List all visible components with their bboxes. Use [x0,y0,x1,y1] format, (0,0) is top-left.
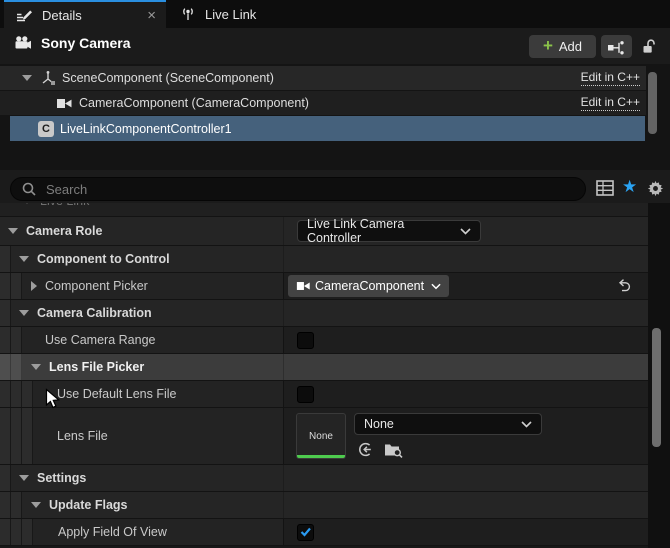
row-camera-calibration[interactable]: Camera Calibration [0,300,648,327]
apply-field-of-view-checkbox[interactable] [297,524,314,541]
lens-file-dropdown[interactable]: None [354,413,542,435]
property-label: Camera Role [26,224,102,238]
search-icon [21,181,37,197]
tree-row-label: SceneComponent (SceneComponent) [62,71,274,85]
actor-title: Sony Camera [14,35,130,51]
expander-down-icon[interactable] [31,364,41,370]
row-apply-field-of-view[interactable]: Apply Field Of View [0,519,648,546]
panel-header: Sony Camera + Add [0,28,670,64]
component-picker-combo[interactable]: CameraComponent [288,275,449,297]
row-lens-file[interactable]: Lens File None None [0,408,648,465]
row-lens-file-picker[interactable]: Lens File Picker [0,354,648,381]
use-default-lens-file-checkbox[interactable] [297,386,314,403]
expander-down-icon[interactable] [22,75,32,81]
unlock-button[interactable] [639,36,659,57]
tab-details-label: Details [42,8,139,23]
scene-component-icon [40,70,56,86]
tree-row-label: CameraComponent (CameraComponent) [79,96,309,110]
edit-in-cpp-link[interactable]: Edit in C++ [581,95,640,111]
details-icon [16,8,33,23]
use-camera-range-checkbox[interactable] [297,332,314,349]
tree-row-camera-component[interactable]: CameraComponent (CameraComponent) Edit i… [0,91,646,115]
search-box[interactable] [10,177,586,201]
livelink-controller-icon: C [38,121,54,137]
unlock-icon [641,38,657,55]
display-options-icon[interactable] [596,180,614,196]
thumbnail-label: None [309,431,333,442]
row-update-flags[interactable]: Update Flags [0,492,648,519]
expander-down-icon [22,203,32,204]
category-label: Component to Control [37,252,170,266]
property-label: Use Default Lens File [57,387,177,401]
combo-value: CameraComponent [315,279,424,293]
live-link-icon [180,6,196,22]
component-tree: SceneComponent (SceneComponent) Edit in … [0,64,670,170]
row-use-default-lens-file[interactable]: Use Default Lens File [0,381,648,408]
chevron-down-icon [431,283,441,290]
asset-type-color-bar [297,455,345,458]
plus-icon: + [543,37,553,54]
row-camera-role[interactable]: Camera Role Live Link Camera Controller [0,217,648,246]
camera-role-dropdown[interactable]: Live Link Camera Controller [297,220,481,242]
blueprint-component-button[interactable] [601,35,632,58]
expander-right-icon[interactable] [31,281,37,291]
tab-bar: Details × Live Link [0,0,670,28]
tab-live-link[interactable]: Live Link [166,0,270,28]
property-label: Component Picker [45,279,148,293]
property-label: Use Camera Range [45,333,155,347]
dropdown-value: None [364,417,394,431]
details-scrollbar[interactable] [652,328,661,447]
details-panel: Sony Camera + Add [0,28,670,548]
add-button-label: Add [559,39,582,54]
row-component-picker[interactable]: Component Picker CameraComponent [0,273,648,300]
row-settings[interactable]: Settings [0,465,648,492]
property-label: Lens File [57,429,108,443]
row-component-to-control[interactable]: Component to Control [0,246,648,273]
actor-title-label: Sony Camera [41,35,130,51]
edit-in-cpp-link[interactable]: Edit in C++ [581,70,640,86]
expander-down-icon[interactable] [19,310,29,316]
category-label: Update Flags [49,498,128,512]
property-label: Apply Field Of View [58,525,167,539]
tree-scrollbar[interactable] [648,72,657,134]
camera-component-icon [56,97,73,110]
category-label: Lens File Picker [49,360,144,374]
gear-icon[interactable] [647,180,664,197]
close-icon[interactable]: × [147,8,156,23]
expander-down-icon[interactable] [31,502,41,508]
category-label: Camera Calibration [37,306,152,320]
blueprint-node-icon [607,39,627,55]
search-input[interactable] [44,181,575,198]
category-label: Settings [37,471,86,485]
chevron-down-icon [460,228,471,235]
scrollbar-track[interactable] [648,203,670,548]
dropdown-value: Live Link Camera Controller [307,217,460,245]
tree-row-livelink-controller[interactable]: C LiveLinkComponentController1 [10,116,645,141]
reset-to-default-icon[interactable] [616,278,632,293]
category-label: Live Link [40,203,89,208]
tab-live-link-label: Live Link [205,7,256,22]
add-button[interactable]: + Add [529,35,596,58]
camera-component-icon [296,280,311,292]
tree-row-scene-component[interactable]: SceneComponent (SceneComponent) Edit in … [0,66,646,90]
cine-camera-icon [14,35,32,51]
clipped-category-row[interactable]: Live Link [0,203,648,217]
favorites-star-icon[interactable]: ★ [622,178,637,195]
tab-details[interactable]: Details × [4,0,166,28]
property-grid: Live Link Camera Role Live Link Camera C… [0,203,670,548]
use-selected-asset-icon[interactable] [356,441,373,458]
row-use-camera-range[interactable]: Use Camera Range [0,327,648,354]
mouse-cursor [44,388,62,412]
chevron-down-icon [521,421,532,428]
browse-to-asset-icon[interactable] [384,442,403,458]
tree-row-label: LiveLinkComponentController1 [60,122,232,136]
expander-down-icon[interactable] [19,475,29,481]
expander-down-icon[interactable] [8,228,18,234]
lens-file-thumbnail[interactable]: None [296,413,346,459]
expander-down-icon[interactable] [19,256,29,262]
